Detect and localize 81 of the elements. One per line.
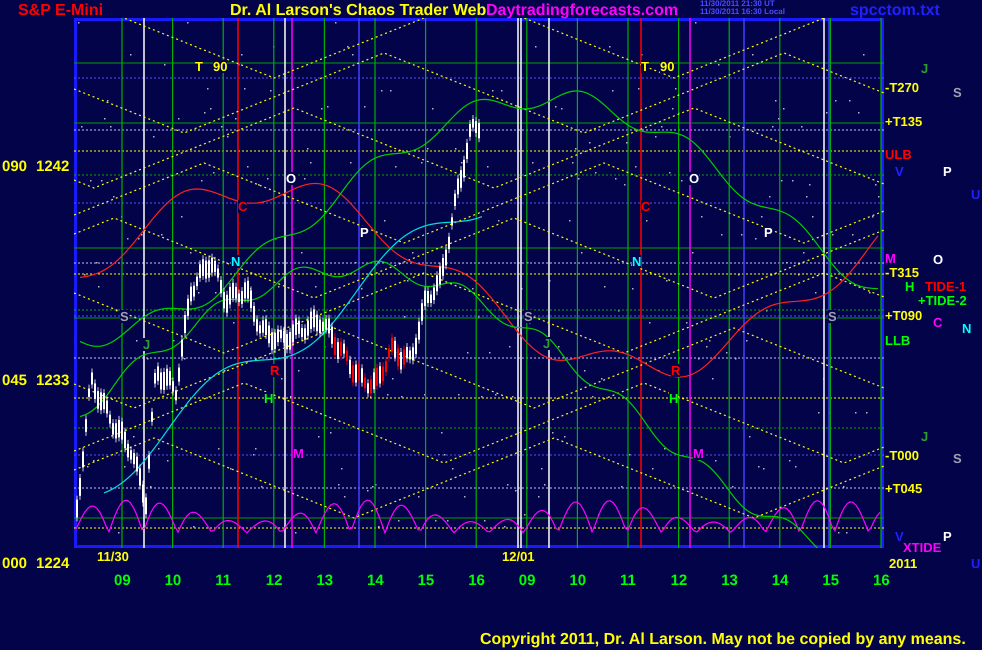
chart-label: +T135 — [885, 115, 922, 128]
chart-label: H — [669, 392, 678, 405]
chart-label: +T045 — [885, 482, 922, 495]
chart-label: +TIDE-2 — [918, 294, 967, 307]
hour-label: 11 — [620, 573, 636, 588]
chart-label: N — [231, 255, 240, 268]
price-label: 1242 — [36, 159, 70, 174]
hour-label: 14 — [367, 573, 384, 588]
timestamp: 11/30/2011 21:30 UT — [700, 0, 776, 8]
chart-label: S — [120, 310, 129, 323]
copyright-notice: Copyright 2011, Dr. Al Larson. May not be copied by any means. — [480, 632, 966, 648]
angle-label: 000 — [2, 556, 28, 571]
hour-label: 12 — [670, 573, 688, 588]
market-title: S&P E-Mini — [18, 3, 104, 19]
chart-label: 12/01 — [502, 550, 535, 563]
chart-label: M — [885, 252, 896, 265]
chart-label: T — [195, 60, 203, 73]
chart-label: M — [293, 447, 304, 460]
angle-label: 045 — [2, 373, 28, 388]
hour-label: 15 — [822, 573, 840, 588]
chart-label: -T315 — [885, 266, 919, 279]
chart-label: J — [143, 338, 150, 351]
chart-label: R — [671, 364, 680, 377]
timestamp: 11/30/2011 16:30 Local — [700, 8, 785, 16]
site-name: Daytradingforecasts.com — [486, 3, 678, 19]
hour-label: 16 — [873, 573, 890, 588]
hour-label: 14 — [772, 573, 788, 588]
chart-label: T — [641, 60, 649, 73]
hour-label: 09 — [518, 573, 536, 588]
hour-label: 13 — [721, 573, 738, 588]
chart-label: J — [921, 62, 928, 75]
chart-label: S — [524, 310, 533, 323]
price-label: 1224 — [36, 556, 70, 571]
chart-label: LLB — [885, 334, 910, 347]
chart-label: 90 — [213, 60, 228, 73]
hour-label: 11 — [215, 573, 232, 588]
chart-label: U — [971, 188, 980, 201]
chart-label: C — [238, 200, 248, 213]
chart-label: R — [270, 364, 280, 377]
chart-label: C — [933, 316, 942, 329]
chart-label: 2011 — [889, 557, 918, 570]
chart-label: M — [693, 447, 704, 460]
chart-label: XTIDE — [903, 541, 942, 554]
chart-label: +T090 — [885, 309, 922, 322]
chart-label: N — [632, 255, 642, 268]
chart-label: O — [689, 172, 700, 185]
chart-label: TIDE-1 — [925, 280, 966, 293]
chart-label: P — [943, 530, 952, 543]
chart-label: P — [943, 165, 952, 178]
chart-label: -T000 — [885, 449, 919, 462]
chart-label: S — [953, 86, 962, 99]
file-name: spcctom.txt — [850, 3, 940, 19]
chart-label: H — [905, 280, 914, 293]
hour-label: 12 — [266, 573, 282, 588]
chart-label: V — [895, 165, 904, 178]
hour-label: 09 — [114, 573, 131, 588]
chart-label: 90 — [660, 60, 674, 73]
hour-label: 16 — [468, 573, 485, 588]
chart-label: -T270 — [885, 81, 919, 94]
angle-label: 090 — [2, 159, 28, 174]
price-label: 1233 — [36, 373, 70, 388]
chart-label: P — [764, 226, 773, 239]
chart-label: H — [264, 392, 274, 405]
hour-label: 15 — [418, 573, 434, 588]
hour-label: 10 — [164, 573, 182, 588]
chart-label: S — [828, 310, 837, 323]
hour-label: 10 — [569, 573, 586, 588]
chart-label: J — [543, 337, 550, 350]
hour-label: 13 — [316, 573, 334, 588]
page-title: Dr. Al Larson's Chaos Trader Web — [230, 3, 486, 19]
chart-label: V — [895, 530, 904, 543]
chart-label: O — [933, 253, 944, 266]
chart-label: O — [286, 172, 296, 185]
chart-label: S — [953, 452, 962, 465]
chart-label: 11/30 — [97, 550, 129, 563]
chart-label: P — [360, 226, 369, 239]
chart-label: ULB — [885, 148, 912, 161]
chart-label: J — [921, 430, 928, 443]
chart-label: U — [971, 557, 980, 570]
chart-label: C — [641, 200, 650, 213]
chart-label: N — [962, 322, 972, 335]
